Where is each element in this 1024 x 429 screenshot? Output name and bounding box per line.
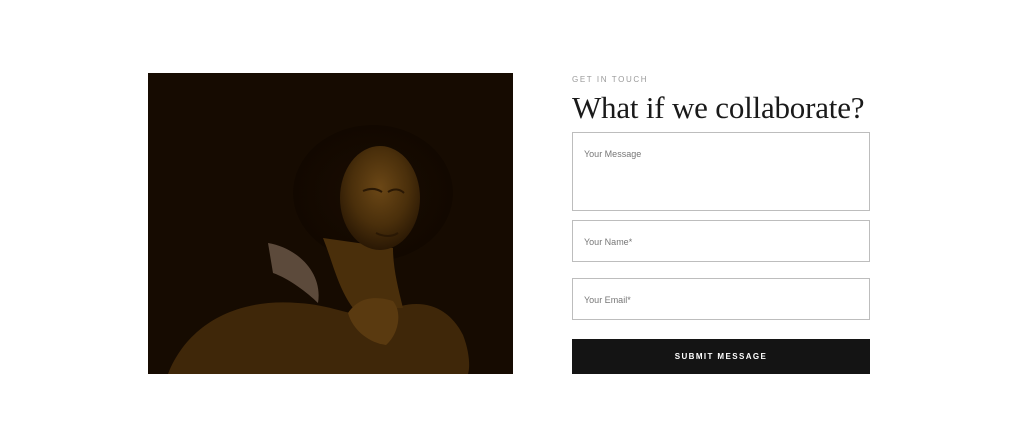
portrait-photo [148, 73, 513, 374]
message-field[interactable]: Your Message [572, 132, 870, 211]
name-field[interactable]: Your Name* [572, 220, 870, 262]
name-placeholder: Your Name* [584, 237, 633, 247]
contact-form-area: GET IN TOUCH What if we collaborate? You… [572, 73, 870, 374]
section-heading: What if we collaborate? [572, 90, 865, 125]
portrait-image [148, 73, 513, 374]
submit-message-button[interactable]: SUBMIT MESSAGE [572, 339, 870, 374]
contact-section: GET IN TOUCH What if we collaborate? You… [0, 0, 1024, 429]
section-eyebrow: GET IN TOUCH [572, 75, 649, 84]
message-placeholder: Your Message [584, 149, 642, 159]
email-placeholder: Your Email* [584, 295, 631, 305]
email-field[interactable]: Your Email* [572, 278, 870, 320]
